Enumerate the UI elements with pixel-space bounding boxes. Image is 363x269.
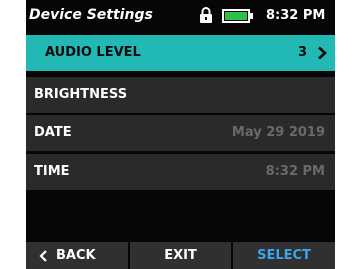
chevron-right-icon: [318, 46, 327, 60]
menu-item-audio-level[interactable]: AUDIO LEVEL 3: [26, 35, 335, 71]
chevron-left-icon: [39, 250, 47, 262]
battery-icon: [222, 9, 253, 23]
back-button[interactable]: BACK: [26, 242, 128, 269]
exit-button[interactable]: EXIT: [130, 242, 231, 269]
back-button-label: BACK: [56, 248, 96, 263]
lock-icon: [200, 7, 212, 23]
exit-button-label: EXIT: [164, 248, 197, 263]
page-title: Device Settings: [29, 7, 153, 23]
menu-item-label: AUDIO LEVEL: [45, 45, 141, 60]
select-button[interactable]: SELECT: [233, 242, 335, 269]
device-display: Device Settings 8:32 PM AUDIO LEVEL 3 BR…: [26, 0, 335, 269]
menu-item-value: May 29 2019: [231, 125, 325, 140]
menu-item-date[interactable]: DATE May 29 2019: [26, 115, 335, 151]
status-time: 8:32 PM: [266, 8, 326, 23]
menu-item-time[interactable]: TIME 8:32 PM: [26, 154, 335, 190]
menu-item-label: TIME: [34, 164, 70, 179]
menu-item-value: 8:32 PM: [265, 164, 325, 179]
menu-item-label: BRIGHTNESS: [34, 87, 128, 102]
menu-item-brightness[interactable]: BRIGHTNESS: [26, 77, 335, 113]
select-button-label: SELECT: [257, 248, 311, 263]
screen: Device Settings 8:32 PM AUDIO LEVEL 3 BR…: [0, 0, 363, 269]
menu-item-value: 3: [297, 45, 307, 60]
status-bar: Device Settings 8:32 PM: [26, 0, 335, 33]
menu-item-label: DATE: [34, 125, 72, 140]
